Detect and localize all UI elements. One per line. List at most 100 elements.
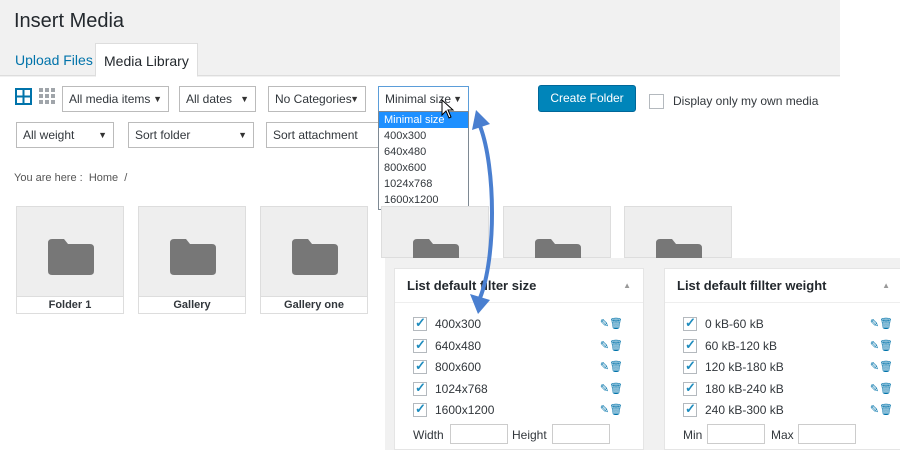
folder-tile[interactable]: Gallery [138, 206, 246, 314]
folder-name: Gallery [139, 296, 245, 313]
weight-panel-header[interactable]: List default fillter weight ▲ [665, 269, 900, 303]
category-value: No Categories [275, 92, 352, 106]
chevron-down-icon: ▼ [238, 130, 247, 140]
sort-attachment-value: Sort attachment [273, 128, 358, 142]
breadcrumb-home-link[interactable]: Home [89, 172, 118, 184]
annotation-double-arrow [470, 110, 494, 314]
breadcrumb: You are here : Home / [14, 172, 127, 184]
weight-item-label: 0 kB-60 kB [705, 317, 764, 331]
list-item: ✓ 180 kB-240 kB ✎🗑 [683, 380, 893, 401]
list-item: ✓ 60 kB-120 kB ✎🗑 [683, 337, 893, 358]
item-checkbox[interactable]: ✓ [683, 315, 697, 331]
tab-bar: Upload Files Media Library [0, 40, 840, 77]
modal-title: Insert Media [14, 10, 125, 32]
weight-item-label: 180 kB-240 kB [705, 382, 784, 396]
max-label: Max [771, 428, 794, 442]
tab-upload-files[interactable]: Upload Files [7, 43, 101, 77]
size-option[interactable]: 640x480 [379, 144, 468, 160]
item-checkbox[interactable]: ✓ [683, 380, 697, 396]
list-view-icon[interactable] [15, 88, 32, 105]
list-item: ✓ 1024x768 ✎🗑 [413, 380, 623, 401]
weight-filter-panel: List default fillter weight ▲ ✓ 0 kB-60 … [664, 268, 900, 450]
chevron-down-icon: ▼ [350, 94, 359, 104]
size-select[interactable]: Minimal size ▼ [378, 86, 469, 112]
item-checkbox[interactable]: ✓ [413, 337, 427, 353]
size-dropdown-list: Minimal size 400x300 640x480 800x600 102… [378, 111, 469, 210]
size-option[interactable]: 400x300 [379, 128, 468, 144]
edit-delete-icons[interactable]: ✎🗑 [870, 402, 893, 418]
grid-view-icon[interactable] [39, 88, 56, 105]
height-label: Height [512, 428, 547, 442]
own-media-checkbox[interactable] [649, 94, 664, 109]
list-item: ✓ 240 kB-300 kB ✎🗑 [683, 401, 893, 422]
item-checkbox[interactable]: ✓ [683, 401, 697, 417]
folder-name: Gallery one [261, 296, 367, 313]
max-input[interactable] [798, 424, 856, 444]
weight-select[interactable]: All weight ▼ [16, 122, 114, 148]
list-item: ✓ 400x300 ✎🗑 [413, 315, 623, 336]
list-item: ✓ 1600x1200 ✎🗑 [413, 401, 623, 422]
date-value: All dates [186, 92, 233, 106]
folder-name: Folder 1 [17, 296, 123, 313]
folder-tile[interactable]: Folder 1 [16, 206, 124, 314]
edit-delete-icons[interactable]: ✎🗑 [600, 359, 623, 375]
weight-item-label: 240 kB-300 kB [705, 403, 784, 417]
list-item: ✓ 800x600 ✎🗑 [413, 358, 623, 379]
size-item-label: 800x600 [435, 360, 482, 374]
sort-attachment-select[interactable]: Sort attachment [266, 122, 384, 148]
category-select[interactable]: No Categories ▼ [268, 86, 366, 112]
size-option[interactable]: 1024x768 [379, 176, 468, 192]
item-checkbox[interactable]: ✓ [413, 315, 427, 331]
collapse-icon[interactable]: ▲ [882, 269, 890, 303]
chevron-down-icon: ▼ [153, 94, 162, 104]
sort-folder-select[interactable]: Sort folder ▼ [128, 122, 254, 148]
tab-media-library[interactable]: Media Library [95, 43, 198, 77]
weight-item-label: 60 kB-120 kB [705, 339, 778, 353]
folder-icon [170, 239, 216, 275]
edit-delete-icons[interactable]: ✎🗑 [600, 381, 623, 397]
own-media-label: Display only my own media [673, 94, 819, 108]
edit-delete-icons[interactable]: ✎🗑 [600, 402, 623, 418]
create-folder-button[interactable]: Create Folder [538, 85, 636, 112]
size-filter-panel: List default filter size ▲ ✓ 400x300 ✎🗑 … [394, 268, 644, 450]
item-checkbox[interactable]: ✓ [683, 337, 697, 353]
edit-delete-icons[interactable]: ✎🗑 [870, 316, 893, 332]
edit-delete-icons[interactable]: ✎🗑 [600, 338, 623, 354]
width-label: Width [413, 428, 444, 442]
height-input[interactable] [552, 424, 610, 444]
chevron-down-icon: ▼ [240, 94, 249, 104]
date-select[interactable]: All dates ▼ [179, 86, 256, 112]
collapse-icon[interactable]: ▲ [623, 269, 631, 303]
edit-delete-icons[interactable]: ✎🗑 [870, 381, 893, 397]
folder-tile[interactable] [503, 206, 611, 275]
size-option[interactable]: 800x600 [379, 160, 468, 176]
breadcrumb-separator: / [124, 172, 128, 184]
item-checkbox[interactable]: ✓ [413, 401, 427, 417]
min-label: Min [683, 428, 703, 442]
folder-icon [292, 239, 338, 275]
edit-delete-icons[interactable]: ✎🗑 [870, 338, 893, 354]
size-item-label: 640x480 [435, 339, 482, 353]
size-item-label: 1024x768 [435, 382, 488, 396]
list-item: ✓ 120 kB-180 kB ✎🗑 [683, 358, 893, 379]
edit-delete-icons[interactable]: ✎🗑 [870, 359, 893, 375]
folder-icon [48, 239, 94, 275]
min-input[interactable] [707, 424, 765, 444]
item-checkbox[interactable]: ✓ [413, 358, 427, 374]
size-panel-header[interactable]: List default filter size ▲ [395, 269, 643, 303]
list-item: ✓ 0 kB-60 kB ✎🗑 [683, 315, 893, 336]
size-item-label: 1600x1200 [435, 403, 495, 417]
media-type-value: All media items [69, 92, 151, 106]
width-input[interactable] [450, 424, 508, 444]
sort-folder-value: Sort folder [135, 128, 191, 142]
mouse-cursor-icon [441, 99, 455, 119]
item-checkbox[interactable]: ✓ [413, 380, 427, 396]
weight-panel-title: List default fillter weight [677, 278, 827, 293]
folder-tile[interactable] [624, 206, 732, 275]
list-item: ✓ 640x480 ✎🗑 [413, 337, 623, 358]
folder-tile[interactable]: Gallery one [260, 206, 368, 314]
media-type-select[interactable]: All media items ▼ [62, 86, 169, 112]
breadcrumb-prefix: You are here : [14, 172, 83, 184]
edit-delete-icons[interactable]: ✎🗑 [600, 316, 623, 332]
item-checkbox[interactable]: ✓ [683, 358, 697, 374]
